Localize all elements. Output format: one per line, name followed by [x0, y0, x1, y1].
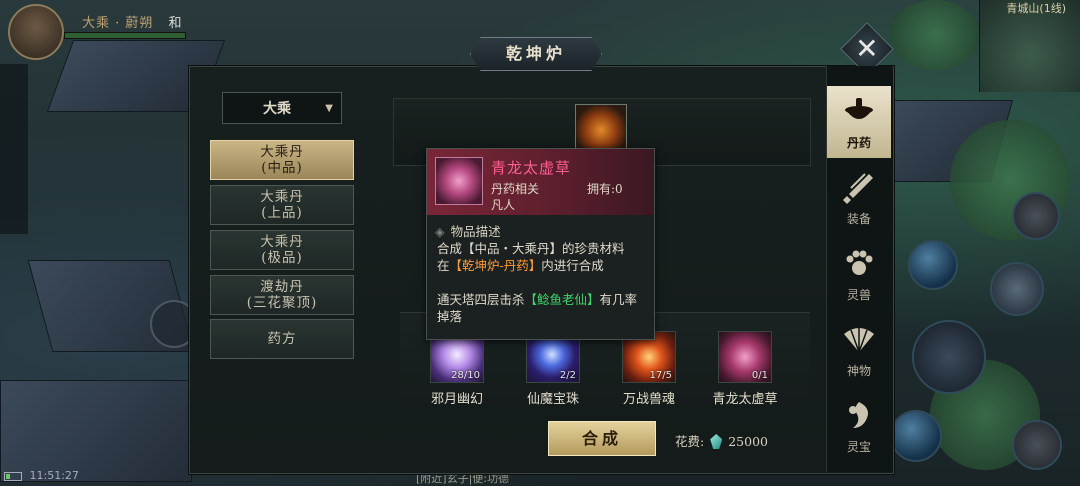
skill-button-2[interactable] — [1012, 192, 1060, 240]
herb-item-icon — [435, 157, 483, 205]
ingredient-count: 0/1 — [751, 370, 768, 381]
recipe-item[interactable]: 大乘丹 (上品) — [210, 185, 354, 225]
ingredient-count: 2/2 — [559, 370, 576, 381]
tab-spirit-beast[interactable]: 灵兽 — [827, 238, 891, 310]
hp-bar — [64, 32, 186, 39]
category-tabs: 丹药 装备 灵兽 神物 灵宝 — [826, 66, 893, 472]
close-icon: ✕ — [855, 32, 879, 65]
tooltip-category: 丹药相关 — [491, 182, 540, 196]
recipe-item[interactable]: 渡劫丹 (三花聚顶) — [210, 275, 354, 315]
player-avatar[interactable] — [8, 4, 64, 60]
tooltip-rank: 凡人 — [491, 198, 516, 212]
player-name: 大乘 · 蔚朔 和 — [82, 12, 183, 31]
skill-button-1[interactable] — [908, 240, 958, 290]
diamond-bullet-icon: ◈ — [435, 224, 445, 239]
left-side-toolbar[interactable] — [0, 64, 28, 234]
desc-line: 合成【中品・大乘丹】的珍贵材料 — [437, 241, 625, 256]
lock-target-button[interactable] — [1012, 420, 1062, 470]
tooltip-description: 合成【中品・大乘丹】的珍贵材料 在【乾坤炉-丹药】内进行合成 通天塔四层击杀【鲶… — [437, 240, 647, 325]
status-char[interactable]: 和 — [169, 16, 183, 31]
status-clock: 11:51:27 — [4, 469, 79, 482]
ingredient-name: 万战兽魂 — [622, 392, 675, 407]
mortar-icon — [845, 98, 873, 119]
paw-icon — [846, 250, 873, 275]
desc-title-text: 物品描述 — [450, 224, 501, 239]
tooltip-item-name: 青龙太虚草 — [491, 159, 572, 177]
tab-label: 丹药 — [846, 136, 871, 150]
minimap[interactable]: 青城山(1线) — [979, 0, 1080, 92]
tab-equipment[interactable]: 装备 — [827, 162, 891, 234]
desc-line: 通天塔四层击杀【鲶鱼老仙】有几率掉落 — [437, 291, 647, 325]
clock-text: 11:51:27 — [29, 469, 79, 482]
attack-button[interactable] — [912, 320, 986, 394]
ingredient-name: 邪月幽幻 — [430, 392, 483, 407]
treasure-icon — [849, 402, 868, 428]
tab-label: 灵兽 — [846, 288, 871, 302]
player-hud[interactable]: 大乘 · 蔚朔 和 — [0, 0, 190, 60]
tab-label: 装备 — [846, 212, 871, 226]
player-name-text: 大乘 · 蔚朔 — [82, 16, 154, 31]
item-tooltip: 青龙太虚草 丹药相关 拥有:0 凡人 ◈ 物品描述 合成【中品・大乘丹】的珍贵材料… — [426, 148, 655, 340]
panel-title: 乾坤炉 — [470, 37, 602, 71]
minimap-title: 青城山(1线) — [1006, 2, 1066, 15]
chevron-down-icon: ▼ — [325, 103, 333, 114]
desc-highlight: 【鲶鱼老仙】 — [524, 292, 600, 307]
ingredient-count: 28/10 — [451, 370, 480, 381]
desc-text: 在 — [437, 258, 450, 273]
ingredient-name: 仙魔宝珠 — [526, 392, 579, 407]
ingredient-count: 17/5 — [649, 370, 672, 381]
tab-spirit-treasure[interactable]: 灵宝 — [827, 390, 891, 462]
recipe-list: 大乘丹 (中品) 大乘丹 (上品) 大乘丹 (极品) 渡劫丹 (三花聚顶) 药方 — [204, 135, 360, 365]
realm-dropdown-value: 大乘 — [263, 101, 291, 117]
tooltip-owned: 拥有:0 — [587, 182, 623, 196]
sword-icon — [843, 173, 873, 204]
tooltip-desc-title: ◈ 物品描述 — [435, 221, 501, 240]
realm-dropdown[interactable]: 大乘 ▼ — [222, 92, 342, 124]
cost-label: 花费: — [675, 434, 705, 449]
skill-button-3[interactable] — [990, 262, 1044, 316]
skill-button-4[interactable] — [890, 410, 942, 462]
jade-currency-icon — [710, 434, 723, 449]
fan-icon — [844, 327, 874, 353]
desc-text: 内进行合成 — [541, 258, 604, 273]
recipe-item[interactable]: 大乘丹 (中品) — [210, 140, 354, 180]
desc-line: 在【乾坤炉-丹药】内进行合成 — [437, 257, 647, 274]
recipe-item[interactable]: 大乘丹 (极品) — [210, 230, 354, 270]
cost-value: 25000 — [728, 434, 768, 449]
craft-cost: 花费: 25000 — [675, 431, 768, 450]
tab-divine-item[interactable]: 神物 — [827, 314, 891, 386]
ingredient-name: 青龙太虚草 — [712, 392, 778, 407]
ingredient-slot[interactable]: 0/1 — [718, 331, 772, 383]
tab-label: 神物 — [846, 364, 871, 378]
recipe-item[interactable]: 药方 — [210, 319, 354, 359]
desc-highlight: 【乾坤炉-丹药】 — [449, 258, 542, 273]
tab-label: 灵宝 — [846, 440, 871, 454]
tab-elixir[interactable]: 丹药 — [827, 86, 891, 158]
desc-text: 通天塔四层击杀 — [437, 292, 525, 307]
battery-icon — [4, 471, 22, 481]
craft-button[interactable]: 合成 — [548, 421, 656, 456]
